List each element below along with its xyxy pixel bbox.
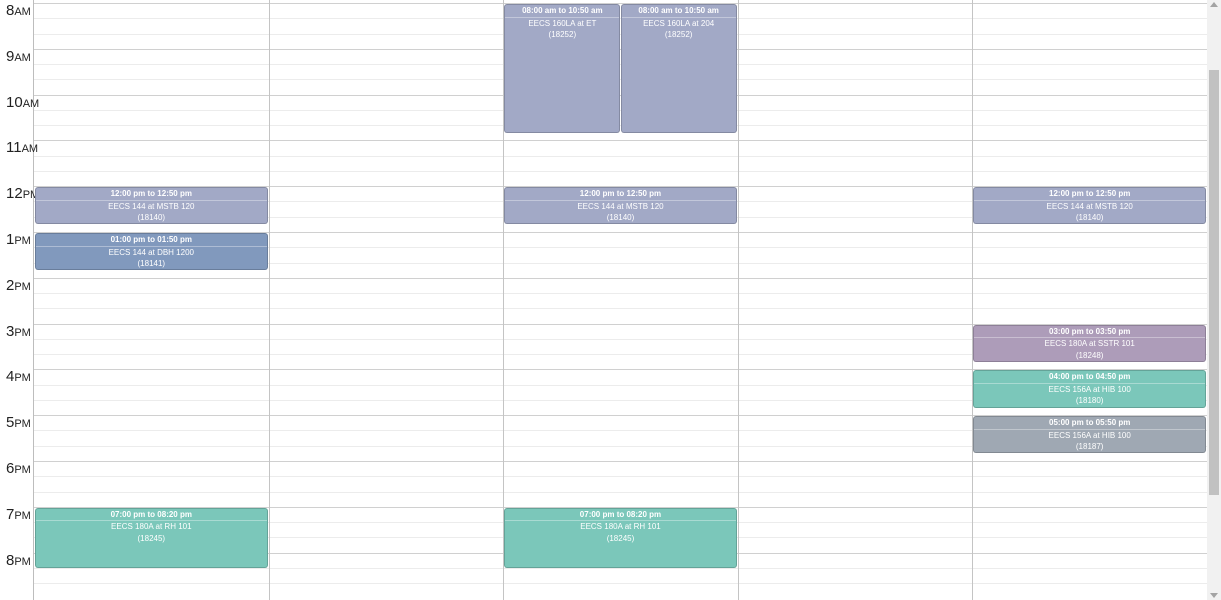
event-time: 03:00 pm to 03:50 pm [974,326,1205,339]
calendar-event[interactable]: 12:00 pm to 12:50 pm EECS 144 at MSTB 120… [504,187,737,225]
hour-ampm: AM [21,143,39,156]
event-title: EECS 180A at RH 101 [111,522,192,532]
hour-ampm: PM [14,372,31,385]
hour-label: 8PM [6,552,31,569]
minor-line [34,170,1207,172]
event-title: EECS 156A at HIB 100 [1048,384,1131,394]
hour-number: 12 [6,185,23,203]
calendar-event[interactable]: 07:00 pm to 08:20 pm EECS 180A at RH 101(… [504,507,737,568]
event-time: 12:00 pm to 12:50 pm [974,188,1205,201]
event-time: 07:00 pm to 08:20 pm [36,509,267,522]
event-code: (18245) [137,533,166,543]
minor-line [34,308,1207,310]
event-time: 12:00 pm to 12:50 pm [505,188,736,201]
event-title: EECS 144 at MSTB 120 [108,201,195,211]
event-title: EECS 160LA at 204 [643,18,715,28]
calendar-event[interactable]: 04:00 pm to 04:50 pm EECS 156A at HIB 100… [973,370,1206,408]
hour-label: 6PM [6,460,31,477]
day-column-divider [737,0,739,600]
hour-label: 8AM [6,2,31,19]
event-time: 05:00 pm to 05:50 pm [974,417,1205,430]
event-title: EECS 180A at SSTR 101 [1044,339,1135,349]
event-code: (18245) [606,533,635,543]
hour-label: 5PM [6,414,31,431]
scroll-up-arrow-icon[interactable] [1210,2,1218,7]
calendar-event[interactable]: 08:00 am to 10:50 am EECS 160LA at ET (182… [504,4,621,133]
hour-line [34,461,1207,462]
hour-ampm: AM [14,51,31,64]
scroll-thumb[interactable] [1209,70,1219,495]
event-time: 04:00 pm to 04:50 pm [974,371,1205,384]
calendar-event[interactable]: 12:00 pm to 12:50 pm EECS 144 at MSTB 120… [35,187,268,225]
hour-line [34,277,1207,279]
event-code: (18140) [137,213,166,223]
event-time: 08:00 am to 10:50 am [505,5,620,18]
hour-line [34,140,1207,142]
hour-number: 10 [6,93,23,111]
calendar-event[interactable]: 05:00 pm to 05:50 pm EECS 156A at HIB 100… [973,416,1206,454]
hour-label: 7PM [6,506,31,523]
day-column-divider [972,0,974,600]
hour-ampm: AM [22,97,40,110]
week-calendar: 8AM 9AM 10AM 11AM 12PM 1PM 2PM 3PM 4PM 5PM 6PM 7PM 8… [0,0,1207,600]
event-code: (18180) [1075,396,1104,406]
hour-ampm: PM [14,418,31,431]
hour-label: 4PM [6,368,31,385]
event-code: (18141) [137,259,166,268]
minor-line [34,567,1207,569]
event-time: 07:00 pm to 08:20 pm [505,509,736,522]
minor-line [34,476,1207,478]
minor-line [34,583,1207,585]
event-title: EECS 144 at MSTB 120 [577,201,664,211]
day-column-divider [268,0,270,600]
event-code: (18140) [1075,213,1104,223]
event-code: (18252) [664,30,693,39]
hour-ampm: AM [14,6,31,18]
scroll-down-arrow-icon[interactable] [1210,593,1218,598]
event-code: (18187) [1075,442,1104,452]
event-code: (18248) [1075,350,1104,360]
hour-ampm: PM [14,509,31,522]
event-time: 01:00 pm to 01:50 pm [36,234,267,247]
event-title: EECS 144 at DBH 1200 [108,247,194,257]
hour-label: 9AM [6,48,31,65]
hour-number: 11 [6,139,22,157]
hour-line [34,3,1207,4]
hour-label: 2PM [6,277,31,294]
event-time: 12:00 pm to 12:50 pm [36,188,267,201]
hour-ampm: PM [14,464,31,476]
hour-label: 10AM [6,94,39,111]
calendar-event[interactable]: 12:00 pm to 12:50 pm EECS 144 at MSTB 120… [973,187,1206,225]
event-time: 08:00 am to 10:50 am [621,5,736,18]
calendar-event[interactable]: 08:00 am to 10:50 am EECS 160LA at 204 (18… [620,4,737,133]
minor-line [34,155,1207,157]
hour-label: 3PM [6,323,31,340]
hour-ampm: PM [14,555,31,568]
minor-line [34,491,1207,493]
hour-ampm: PM [14,235,31,247]
hour-ampm: PM [14,326,31,339]
hour-label: 1PM [6,231,31,248]
calendar-event[interactable]: 03:00 pm to 03:50 pm EECS 180A at SSTR 10… [973,324,1206,362]
event-title: EECS 144 at MSTB 120 [1046,201,1133,211]
hour-label: 11AM [6,139,38,156]
event-title: EECS 160LA at ET [528,18,597,28]
event-code: (18252) [548,30,577,39]
calendar-event[interactable]: 01:00 pm to 01:50 pm EECS 144 at DBH 1200… [35,233,268,271]
vertical-scrollbar[interactable] [1207,0,1221,600]
event-code: (18140) [606,213,635,223]
calendar-event[interactable]: 07:00 pm to 08:20 pm EECS 180A at RH 101(… [35,507,268,568]
event-title: EECS 180A at RH 101 [580,522,661,532]
minor-line [34,293,1207,295]
time-gutter: 8AM 9AM 10AM 11AM 12PM 1PM 2PM 3PM 4PM 5PM 6PM 7PM 8… [0,0,39,600]
event-title: EECS 156A at HIB 100 [1048,430,1131,440]
hour-ampm: PM [14,280,31,293]
